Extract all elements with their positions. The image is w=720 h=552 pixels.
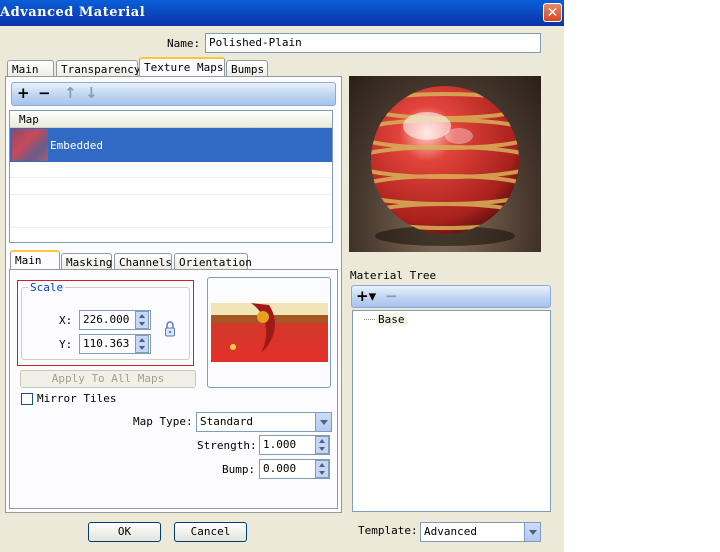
tab-texture-maps[interactable]: Texture Maps	[139, 57, 225, 77]
chevron-down-icon[interactable]	[524, 523, 540, 541]
name-label: Name:	[167, 37, 201, 50]
texture-preview-image	[211, 303, 328, 362]
map-column-header[interactable]: Map	[19, 113, 39, 126]
bump-spinner[interactable]	[315, 460, 329, 478]
material-tree-label: Material Tree	[350, 269, 437, 282]
move-up-icon[interactable]: ↑	[64, 84, 77, 102]
mirror-tiles-checkbox[interactable]	[21, 393, 33, 405]
map-type-label: Map Type:	[133, 415, 193, 428]
material-preview	[349, 76, 541, 252]
mirror-tiles-label: Mirror Tiles	[37, 392, 117, 405]
name-input[interactable]: Polished-Plain	[205, 33, 541, 53]
map-type-select[interactable]: Standard	[196, 412, 332, 432]
subtab-orientation[interactable]: Orientation	[174, 253, 252, 270]
subtab-masking[interactable]: Masking	[61, 253, 112, 270]
tab-bumps[interactable]: Bumps	[226, 60, 268, 77]
tree-node-base[interactable]: Base	[376, 313, 407, 326]
map-thumbnail	[12, 129, 48, 161]
subtab-channels[interactable]: Channels	[114, 253, 172, 270]
material-sphere	[371, 86, 519, 246]
map-list-header	[10, 111, 332, 128]
remove-node-icon[interactable]: −	[385, 287, 398, 305]
strength-label: Strength:	[197, 439, 257, 452]
add-node-icon[interactable]: +▾	[356, 287, 376, 305]
bump-label: Bump:	[222, 463, 256, 476]
material-tree-toolbar	[351, 285, 551, 308]
close-button[interactable]: ✕	[543, 3, 562, 22]
close-icon: ✕	[546, 5, 559, 21]
remove-map-icon[interactable]: −	[38, 84, 51, 102]
scale-y-spinner[interactable]	[135, 335, 149, 353]
scale-legend: Scale	[28, 281, 66, 294]
ok-button[interactable]: OK	[88, 522, 161, 542]
strength-spinner[interactable]	[315, 436, 329, 454]
row-divider	[10, 177, 332, 178]
tree-branch-line	[364, 319, 375, 320]
add-map-icon[interactable]: +	[17, 84, 30, 102]
chevron-down-icon[interactable]	[315, 413, 331, 431]
tab-main[interactable]: Main	[7, 60, 54, 77]
move-down-icon[interactable]: ↓	[85, 84, 98, 102]
tab-transparency[interactable]: Transparency	[56, 60, 140, 77]
row-divider	[10, 194, 332, 195]
map-toolbar	[11, 82, 336, 106]
lock-icon[interactable]	[164, 321, 176, 337]
cancel-button[interactable]: Cancel	[174, 522, 247, 542]
material-tree-view	[352, 310, 551, 512]
subtab-main[interactable]: Main	[10, 250, 60, 270]
window-title: Advanced Material	[0, 5, 146, 20]
scale-y-label: Y:	[59, 338, 73, 351]
template-label: Template:	[358, 524, 418, 537]
apply-all-maps-button[interactable]: Apply To All Maps	[20, 370, 196, 388]
map-row-label: Embedded	[50, 139, 103, 152]
texture-pattern	[211, 303, 328, 353]
row-divider	[10, 227, 332, 228]
template-select[interactable]: Advanced	[420, 522, 541, 542]
scale-x-spinner[interactable]	[135, 311, 149, 329]
scale-x-label: X:	[59, 314, 73, 327]
